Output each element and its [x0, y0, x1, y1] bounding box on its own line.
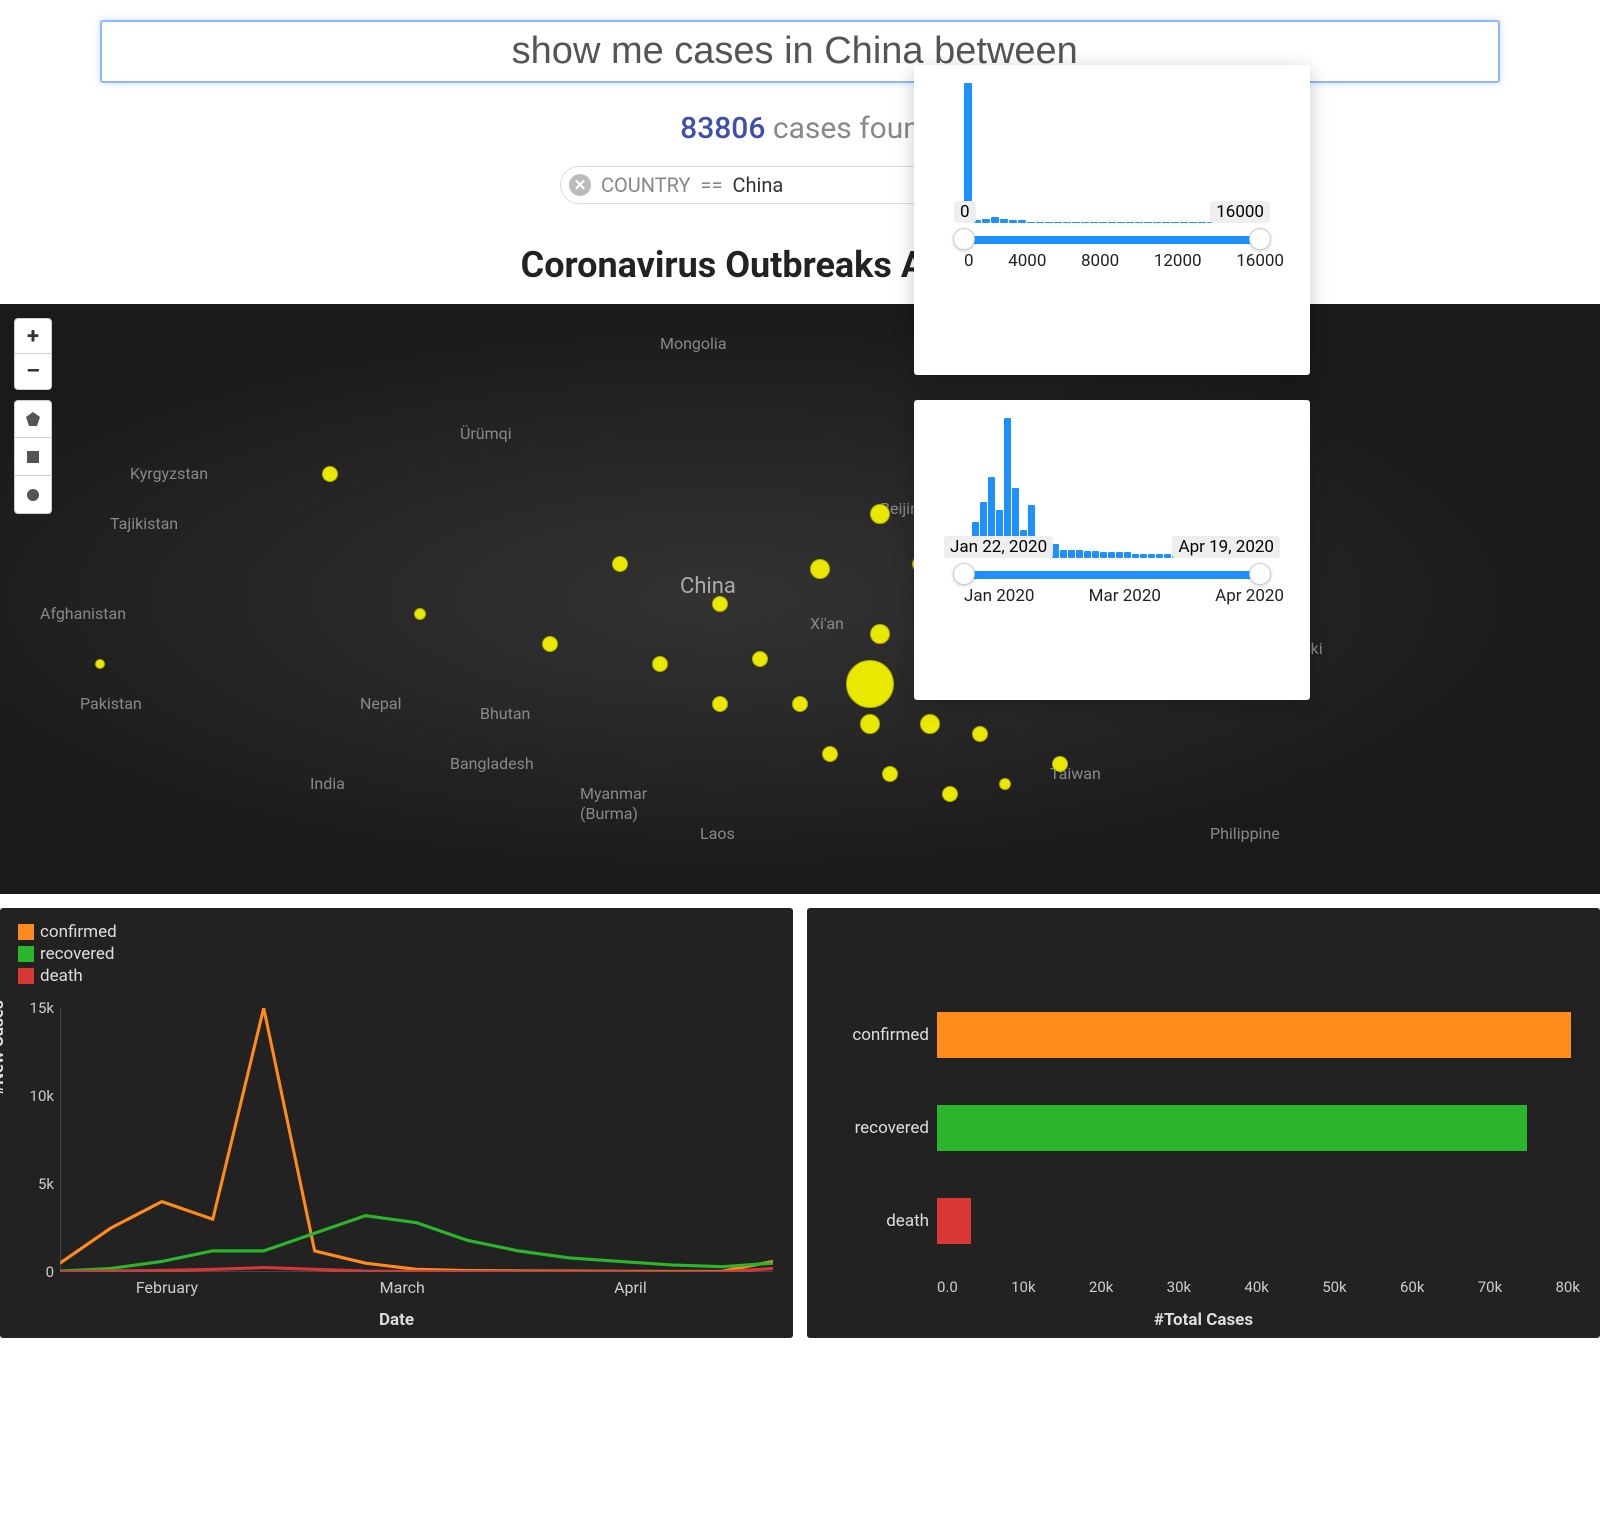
axis-tick: 8000: [1081, 251, 1119, 271]
x-tick: 70k: [1478, 1278, 1502, 1296]
bar-label: confirmed: [827, 1010, 937, 1060]
outbreak-dot[interactable]: [414, 608, 426, 620]
x-tick: 50k: [1322, 1278, 1346, 1296]
outbreak-dot[interactable]: [752, 651, 768, 667]
outbreak-dot[interactable]: [810, 559, 830, 579]
x-tick: 60k: [1400, 1278, 1424, 1296]
legend-item[interactable]: death: [18, 966, 775, 986]
slider-max-label: 16000: [1210, 201, 1270, 223]
outbreak-dot[interactable]: [999, 778, 1011, 790]
y-tick: 15k: [30, 999, 54, 1017]
slider-handle-end[interactable]: Apr 19, 2020: [1249, 563, 1271, 585]
y-tick: 5k: [38, 1175, 54, 1193]
axis-tick: Jan 2020: [964, 586, 1034, 606]
filter-value: China: [732, 173, 783, 197]
map-panel[interactable]: MongoliaÜrümqiKyrgyzstanTajikistanAfghan…: [0, 304, 1600, 894]
x-tick: April: [614, 1278, 647, 1297]
axis-tick: 16000: [1236, 251, 1284, 271]
legend-item[interactable]: confirmed: [18, 922, 775, 942]
axis-tick: 12000: [1154, 251, 1202, 271]
outbreak-dot[interactable]: [920, 714, 940, 734]
draw-circle-button[interactable]: [14, 476, 52, 514]
line-series-recovered: [60, 1216, 773, 1271]
axis-tick: 0: [964, 251, 974, 271]
filter-field: COUNTRY: [601, 173, 691, 197]
x-tick: March: [380, 1278, 425, 1297]
bar-chart[interactable]: [937, 988, 1580, 1268]
bar-label: recovered: [827, 1103, 937, 1153]
remove-filter-icon[interactable]: ✕: [569, 174, 591, 196]
slider-min-label: 0: [954, 201, 976, 223]
range-slider[interactable]: 0 16000: [964, 233, 1260, 245]
line-chart-panel: confirmedrecovereddeath 0 5k 10k 15k Februa…: [0, 908, 793, 1338]
outbreak-dot[interactable]: [846, 660, 894, 708]
line-chart[interactable]: [60, 1008, 773, 1272]
bar-x-axis-label: #Total Cases: [1154, 1310, 1253, 1330]
outbreak-dot[interactable]: [792, 696, 808, 712]
x-axis-label: Date: [379, 1310, 414, 1330]
outbreak-dot[interactable]: [652, 656, 668, 672]
outbreak-dot[interactable]: [712, 696, 728, 712]
outbreak-dot[interactable]: [860, 714, 880, 734]
draw-rectangle-button[interactable]: [14, 438, 52, 476]
line-series-confirmed: [60, 1008, 773, 1271]
slider-start-label: Jan 22, 2020: [944, 536, 1053, 558]
y-axis-label: #New Cases: [0, 1000, 8, 1095]
x-tick: February: [136, 1278, 198, 1297]
x-tick: 80k: [1555, 1278, 1579, 1296]
draw-polygon-button[interactable]: [14, 400, 52, 438]
x-tick: 20k: [1089, 1278, 1113, 1296]
x-tick: 10k: [1011, 1278, 1035, 1296]
outbreak-dot[interactable]: [882, 766, 898, 782]
outbreak-dot[interactable]: [612, 556, 628, 572]
axis-tick: 4000: [1008, 251, 1046, 271]
bar-recovered[interactable]: [937, 1105, 1527, 1151]
x-tick: 0.0: [937, 1278, 958, 1296]
outbreak-dot[interactable]: [712, 596, 728, 612]
legend-swatch: [18, 946, 34, 962]
filter-op: ==: [701, 173, 723, 197]
slider-handle-start[interactable]: Jan 22, 2020: [953, 563, 975, 585]
zoom-out-button[interactable]: –: [14, 354, 52, 390]
bar-death[interactable]: [937, 1198, 971, 1244]
axis-tick: Mar 2020: [1089, 586, 1161, 606]
axis-tick: Apr 2020: [1215, 586, 1284, 606]
map-background: [0, 304, 1600, 894]
zoom-in-button[interactable]: +: [14, 318, 52, 354]
slider-handle-max[interactable]: 16000: [1249, 228, 1271, 250]
page-title: Coronavirus Outbreaks Around the: [0, 244, 1600, 286]
slider-end-label: Apr 19, 2020: [1172, 536, 1280, 558]
bar-confirmed[interactable]: [937, 1012, 1571, 1058]
outbreak-dot[interactable]: [870, 624, 890, 644]
bar-label: death: [827, 1196, 937, 1246]
outbreak-dot[interactable]: [95, 659, 105, 669]
outbreak-dot[interactable]: [972, 726, 988, 742]
cases-found-label: 83806 cases foun: [0, 111, 1600, 146]
legend-item[interactable]: recovered: [18, 944, 775, 964]
cases-found-text: cases foun: [773, 111, 920, 146]
cases-count: 83806: [680, 111, 765, 146]
slider-handle-min[interactable]: 0: [953, 228, 975, 250]
outbreak-dot[interactable]: [322, 466, 338, 482]
outbreak-dot[interactable]: [1052, 756, 1068, 772]
x-tick: 40k: [1244, 1278, 1268, 1296]
legend-swatch: [18, 924, 34, 940]
outbreak-dot[interactable]: [542, 636, 558, 652]
date-slider[interactable]: Jan 22, 2020 Apr 19, 2020: [964, 568, 1260, 580]
outbreak-dot[interactable]: [942, 786, 958, 802]
outbreak-dot[interactable]: [822, 746, 838, 762]
x-tick: 30k: [1167, 1278, 1191, 1296]
y-tick: 0: [46, 1263, 54, 1281]
bar-chart-panel: confirmed recovered death 0.0 10k 20k 30k 40k 5…: [807, 908, 1600, 1338]
y-tick: 10k: [30, 1087, 54, 1105]
legend-swatch: [18, 968, 34, 984]
numeric-range-popover: 0 16000 0 4000 8000 12000 16000: [914, 65, 1310, 375]
date-range-popover: Jan 22, 2020 Apr 19, 2020 Jan 2020 Mar 20…: [914, 400, 1310, 700]
outbreak-dot[interactable]: [870, 504, 890, 524]
